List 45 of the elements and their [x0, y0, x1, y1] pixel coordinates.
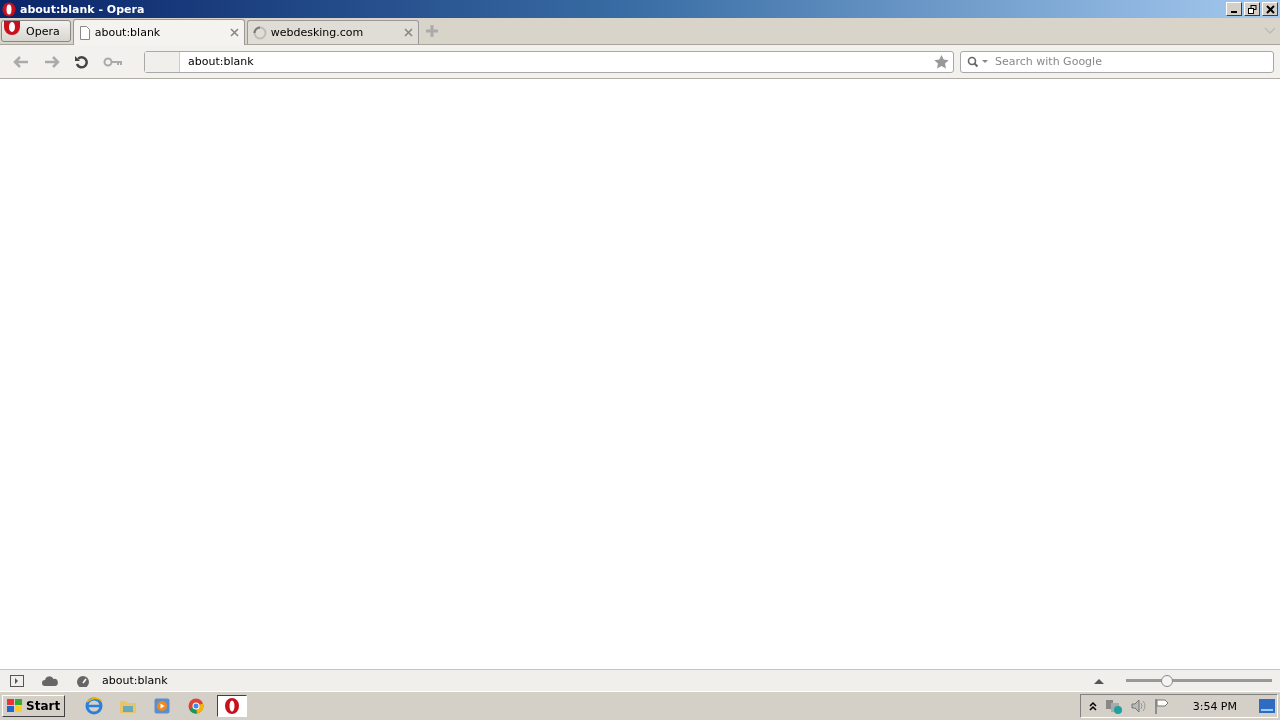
key-icon[interactable]	[103, 55, 123, 68]
close-icon	[1265, 4, 1275, 14]
panel-toggle-icon[interactable]	[10, 674, 24, 687]
search-icon	[967, 55, 989, 68]
media-player-icon	[154, 698, 171, 714]
restore-button[interactable]	[1244, 2, 1260, 16]
taskbar-app[interactable]	[217, 695, 248, 717]
spinner-icon	[252, 25, 267, 40]
show-hidden-icon[interactable]	[1088, 701, 1097, 711]
browser-icon	[85, 697, 104, 715]
opera-menu-button[interactable]: Opera	[1, 20, 71, 42]
restore-icon	[1247, 4, 1257, 14]
window-title: about:blank - Opera	[20, 2, 145, 16]
speaker-icon[interactable]	[1130, 699, 1147, 713]
page-icon	[78, 25, 91, 40]
close-tab-icon[interactable]	[229, 28, 239, 37]
flag-icon[interactable]	[1154, 698, 1169, 714]
network-icon[interactable]	[1104, 698, 1123, 714]
bookmark-star-icon[interactable]	[934, 54, 949, 69]
reload-icon[interactable]	[74, 53, 90, 70]
opera-logo-icon	[224, 697, 241, 715]
speed-dial-icon[interactable]	[76, 674, 90, 687]
address-field[interactable]: about:blank	[144, 50, 954, 73]
close-tab-icon[interactable]	[403, 28, 413, 37]
show-desktop-icon[interactable]	[1259, 699, 1275, 713]
opera-logo-icon	[2, 21, 22, 37]
back-icon[interactable]	[12, 54, 30, 69]
tab[interactable]: webdesking.com	[246, 20, 419, 44]
cloud-icon[interactable]	[42, 675, 58, 686]
new-tab-icon[interactable]	[424, 24, 439, 38]
search-field[interactable]: Search with Google	[960, 50, 1274, 73]
caret-icon[interactable]	[1094, 677, 1104, 684]
close-button[interactable]	[1262, 2, 1278, 16]
folder-icon	[119, 698, 138, 714]
slider-thumb[interactable]	[1160, 674, 1173, 687]
clock: 3:54 PM	[1192, 699, 1237, 713]
opera-logo-icon	[2, 1, 16, 17]
forward-icon[interactable]	[43, 54, 61, 69]
tab[interactable]: about:blank	[72, 19, 245, 45]
minimize-icon	[1231, 11, 1237, 13]
start-button[interactable]: Start	[2, 695, 66, 717]
browser-icon	[188, 698, 205, 714]
minimize-button[interactable]	[1226, 2, 1242, 16]
windows-logo-icon	[7, 699, 23, 713]
status-text: about:blank	[102, 674, 168, 687]
